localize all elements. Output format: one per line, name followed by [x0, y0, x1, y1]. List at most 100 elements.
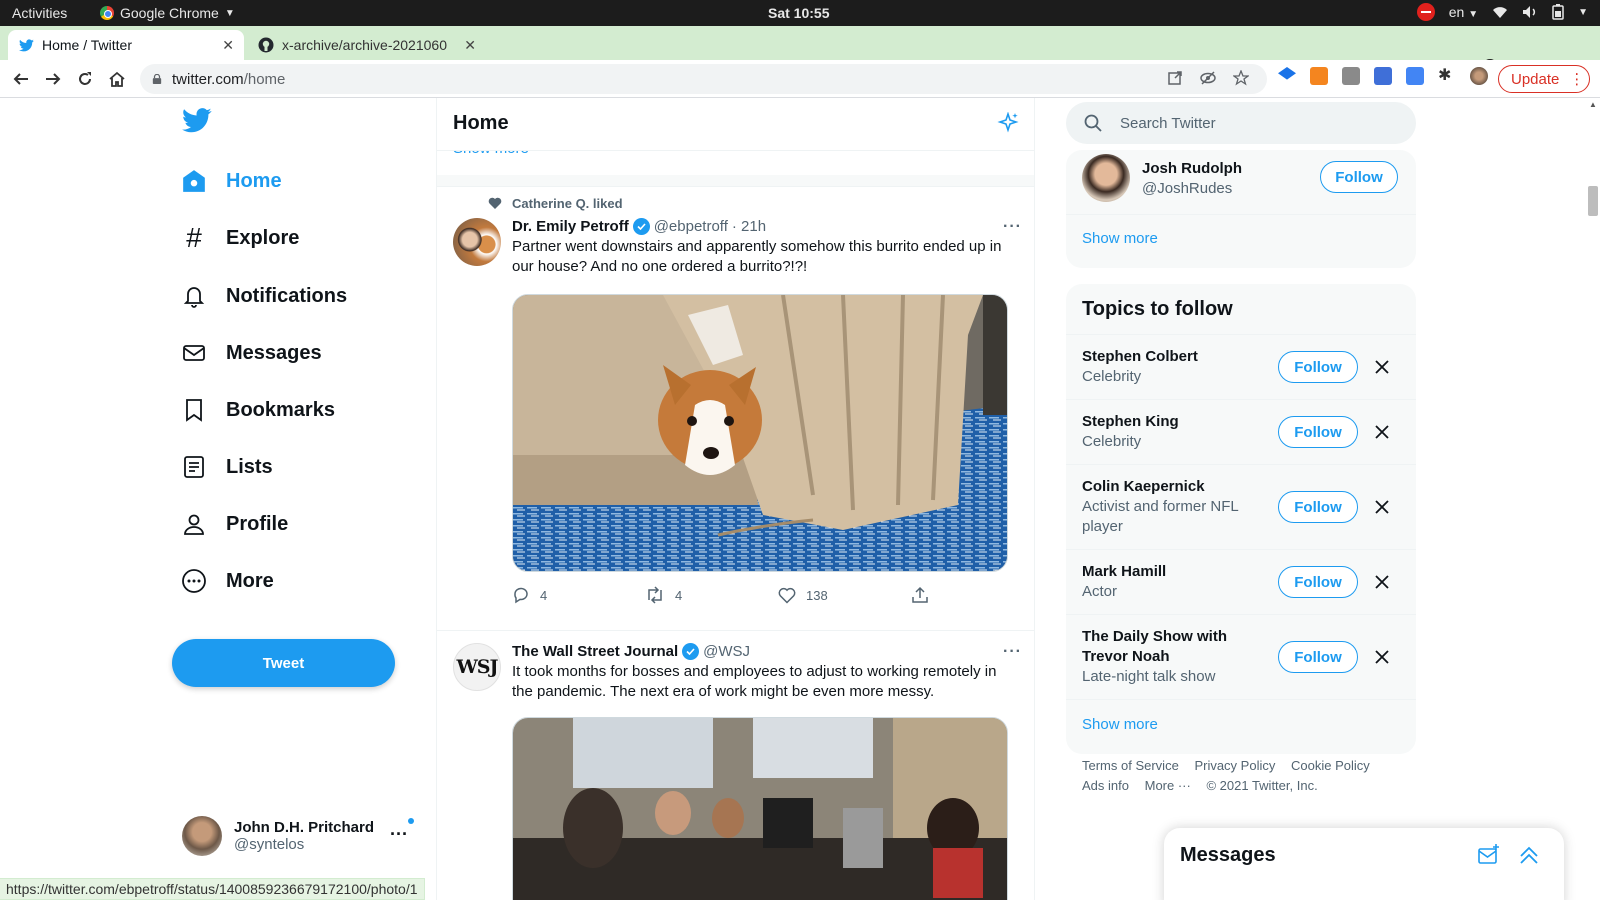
nav-lists[interactable]: Lists: [180, 444, 273, 490]
topic-item[interactable]: Stephen King Celebrity Follow: [1066, 399, 1416, 464]
retweet-button[interactable]: 4: [645, 586, 778, 604]
avatar: [182, 816, 222, 856]
follow-button[interactable]: Follow: [1278, 566, 1358, 598]
chevron-down-icon[interactable]: ▼: [1578, 7, 1588, 18]
terms-link[interactable]: Terms of Service: [1082, 758, 1179, 773]
do-not-disturb-icon[interactable]: [1416, 3, 1435, 21]
scrollbar-thumb[interactable]: [1588, 186, 1598, 216]
tweet-actions: 4 4 138: [512, 586, 1044, 604]
close-icon[interactable]: [1372, 422, 1392, 442]
avatar[interactable]: [453, 218, 501, 266]
nav-explore[interactable]: # Explore: [180, 215, 299, 261]
rss-icon[interactable]: [1310, 67, 1328, 85]
follow-button[interactable]: Follow: [1320, 161, 1398, 193]
author-handle[interactable]: @ebpetroff: [654, 218, 728, 235]
wifi-icon[interactable]: [1492, 5, 1508, 19]
more-link[interactable]: More ···: [1145, 778, 1191, 793]
nav-profile[interactable]: Profile: [180, 501, 288, 547]
clock[interactable]: Sat 10:55: [768, 5, 829, 21]
follow-button[interactable]: Follow: [1278, 351, 1358, 383]
new-message-icon[interactable]: [1478, 844, 1500, 871]
camera-icon[interactable]: [1374, 67, 1392, 85]
nav-messages[interactable]: Messages: [180, 330, 322, 376]
retweet-count: 4: [675, 587, 683, 603]
eye-slash-icon[interactable]: [1199, 70, 1217, 86]
star-icon[interactable]: [1233, 70, 1249, 86]
avatar[interactable]: WSJ: [453, 643, 501, 691]
topic-item[interactable]: Colin Kaepernick Activist and former NFL…: [1066, 464, 1416, 549]
close-icon[interactable]: [1372, 572, 1392, 592]
close-icon[interactable]: [1372, 497, 1392, 517]
nav-bookmarks[interactable]: Bookmarks: [180, 387, 335, 433]
follow-button[interactable]: Follow: [1278, 416, 1358, 448]
messages-drawer[interactable]: Messages: [1164, 828, 1564, 900]
close-icon[interactable]: [1372, 357, 1392, 377]
reply-button[interactable]: 4: [512, 586, 645, 604]
home-icon: [180, 167, 208, 195]
topic-item[interactable]: Mark Hamill Actor Follow: [1066, 549, 1416, 614]
show-more-link[interactable]: Show more: [1082, 230, 1158, 247]
tweet-photo[interactable]: [512, 717, 1008, 900]
who-to-follow-panel: Josh Rudolph @JoshRudes Follow Show more: [1066, 150, 1416, 268]
tab-github-archive[interactable]: x-archive/archive-2021060 ✕: [248, 30, 486, 60]
author-name[interactable]: Dr. Emily Petroff: [512, 218, 629, 235]
privacy-link[interactable]: Privacy Policy: [1194, 758, 1275, 773]
profile-avatar-icon[interactable]: [1470, 67, 1488, 85]
topic-item[interactable]: Stephen Colbert Celebrity Follow: [1066, 334, 1416, 399]
author-name[interactable]: The Wall Street Journal: [512, 643, 678, 660]
like-button[interactable]: 138: [778, 586, 911, 604]
open-in-app-icon[interactable]: [1167, 70, 1183, 86]
nav-more[interactable]: More: [180, 558, 274, 604]
reload-icon[interactable]: [73, 67, 97, 91]
follow-button[interactable]: Follow: [1278, 641, 1358, 673]
activities-button[interactable]: Activities: [12, 5, 67, 21]
language-indicator[interactable]: en ▼: [1449, 4, 1478, 20]
nav-notifications[interactable]: Notifications: [180, 273, 347, 319]
tweet-button[interactable]: Tweet: [172, 639, 395, 687]
follow-suggestion[interactable]: Josh Rudolph @JoshRudes Follow: [1066, 150, 1416, 214]
author-handle[interactable]: @WSJ: [703, 643, 750, 660]
close-tab-icon[interactable]: ✕: [222, 37, 234, 54]
address-bar[interactable]: twitter.com/home: [140, 64, 1267, 94]
nav-label: Home: [226, 169, 282, 192]
account-switcher[interactable]: John D.H. Pritchard @syntelos ···: [182, 814, 418, 858]
sparkle-icon[interactable]: [996, 111, 1020, 141]
battery-icon[interactable]: [1552, 4, 1564, 20]
lock-icon[interactable]: [152, 74, 162, 84]
topic-item[interactable]: The Daily Show with Trevor Noah Late-nig…: [1066, 614, 1416, 699]
nav-home[interactable]: Home: [180, 158, 282, 204]
puzzle-icon[interactable]: ✱: [1438, 67, 1456, 85]
tweet[interactable]: WSJ The Wall Street Journal @WSJ It took…: [437, 631, 1034, 900]
home-icon[interactable]: [105, 67, 129, 91]
share-button[interactable]: [911, 586, 1044, 604]
page-scrollbar[interactable]: ▲: [1586, 98, 1600, 900]
cookie-link[interactable]: Cookie Policy: [1291, 758, 1370, 773]
close-icon[interactable]: [1372, 647, 1392, 667]
extension-icon[interactable]: [1278, 67, 1296, 80]
tweet-text: Partner went downstairs and apparently s…: [512, 238, 1002, 275]
follow-button[interactable]: Follow: [1278, 491, 1358, 523]
extension-icon[interactable]: [1342, 67, 1360, 85]
app-menu[interactable]: Google Chrome ▼: [100, 5, 235, 21]
more-options-icon[interactable]: ···: [1003, 643, 1022, 661]
forward-arrow-icon[interactable]: [41, 67, 65, 91]
search-input[interactable]: Search Twitter: [1066, 102, 1416, 144]
back-arrow-icon[interactable]: [9, 67, 33, 91]
scroll-up-icon[interactable]: ▲: [1589, 100, 1597, 109]
tweet-time[interactable]: · 21h: [732, 218, 766, 235]
topic-name: The Daily Show with Trevor Noah: [1082, 628, 1228, 665]
twitter-logo-icon[interactable]: [182, 108, 212, 138]
close-tab-icon[interactable]: ✕: [464, 37, 476, 54]
update-button[interactable]: Update ⋮: [1498, 65, 1590, 93]
ads-info-link[interactable]: Ads info: [1082, 778, 1129, 793]
more-options-icon[interactable]: ···: [1003, 218, 1022, 236]
expand-up-icon[interactable]: [1518, 844, 1540, 871]
right-sidebar: Search Twitter Josh Rudolph @JoshRudes F…: [1066, 98, 1416, 900]
tweet-photo[interactable]: [512, 294, 1008, 572]
reply-count: 4: [540, 587, 548, 603]
tab-twitter-home[interactable]: Home / Twitter ✕: [8, 30, 244, 60]
volume-icon[interactable]: [1522, 5, 1538, 19]
show-more-link[interactable]: Show more: [1082, 716, 1158, 733]
tweet[interactable]: Catherine Q. liked Dr. Emily Petroff @eb…: [437, 196, 1034, 622]
translate-icon[interactable]: [1406, 67, 1424, 85]
